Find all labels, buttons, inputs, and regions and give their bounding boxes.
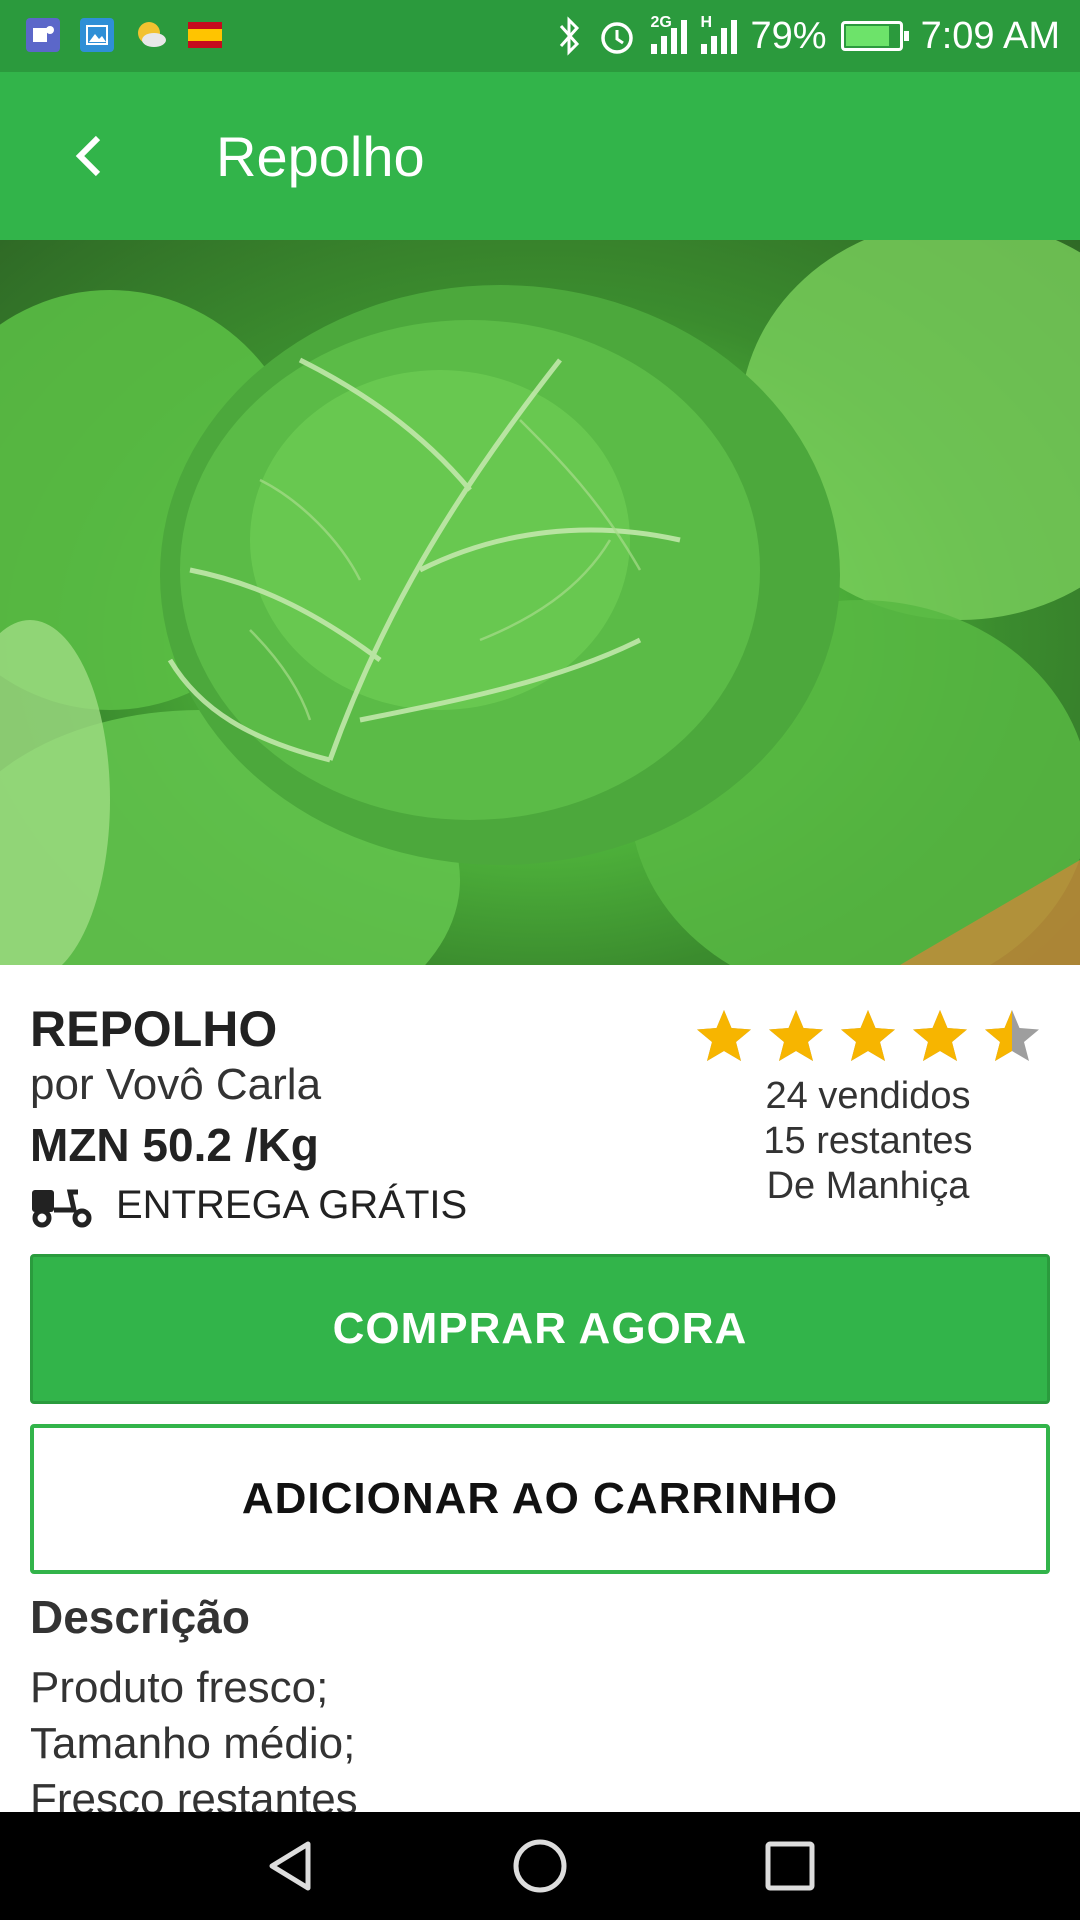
status-bar: 2G H 79% 7:09 AM xyxy=(0,0,1080,72)
description-line: Produto fresco; xyxy=(30,1663,329,1712)
star-icon xyxy=(985,1010,1039,1061)
home-circle-icon[interactable] xyxy=(510,1836,570,1896)
product-price: MZN 50.2 /Kg xyxy=(30,1119,319,1171)
gallery-icon xyxy=(80,18,114,52)
sold-count: 24 vendidos xyxy=(765,1075,971,1117)
network-2g-label: 2G xyxy=(650,14,672,31)
battery-icon xyxy=(840,21,909,51)
description-line: Tamanho médio; xyxy=(30,1719,356,1768)
system-nav-bar xyxy=(0,1812,1080,1920)
star-icon xyxy=(841,1010,895,1061)
description-body: Produto fresco; Tamanho médio; Fresco re… xyxy=(30,1660,358,1828)
chevron-left-icon xyxy=(75,135,101,177)
star-icon xyxy=(697,1010,751,1061)
signal-2g-icon: 2G xyxy=(650,14,687,54)
delivery-label: ENTREGA GRÁTIS xyxy=(116,1182,468,1227)
back-triangle-icon[interactable] xyxy=(260,1836,320,1896)
product-name: REPOLHO xyxy=(30,1001,278,1057)
spain-flag-icon xyxy=(188,18,222,52)
star-icon xyxy=(769,1010,823,1061)
description-title: Descrição xyxy=(30,1591,250,1643)
network-h-label: H xyxy=(700,14,713,31)
rating-stars xyxy=(688,1006,1048,1068)
seller-name: por Vovô Carla xyxy=(30,1060,322,1109)
product-image xyxy=(0,240,1080,965)
add-to-cart-button[interactable]: ADICIONAR AO CARRINHO xyxy=(30,1424,1050,1574)
clock: 7:09 AM xyxy=(920,14,1060,57)
free-delivery: ENTREGA GRÁTIS xyxy=(30,1182,467,1228)
remaining-count: 15 restantes xyxy=(763,1120,973,1162)
system-status: 2G H 79% 7:09 AM xyxy=(555,0,1060,72)
back-button[interactable] xyxy=(48,116,128,196)
alarm-icon xyxy=(600,22,633,54)
bluetooth-icon xyxy=(559,16,579,56)
star-icon xyxy=(913,1010,967,1061)
notification-icons xyxy=(26,18,222,52)
delivery-scooter-icon xyxy=(32,1189,92,1228)
recents-square-icon[interactable] xyxy=(760,1836,820,1896)
teams-icon xyxy=(26,18,60,52)
page-title: Repolho xyxy=(216,125,425,188)
signal-h-icon: H xyxy=(700,14,737,54)
app-bar: Repolho xyxy=(0,72,1080,240)
origin-location: De Manhiça xyxy=(766,1165,970,1207)
battery-percent: 79% xyxy=(750,14,827,57)
product-stats: 24 vendidos 15 restantes De Manhiça xyxy=(688,1006,1048,1209)
weather-icon xyxy=(134,18,168,52)
buy-now-button[interactable]: COMPRAR AGORA xyxy=(30,1254,1050,1404)
